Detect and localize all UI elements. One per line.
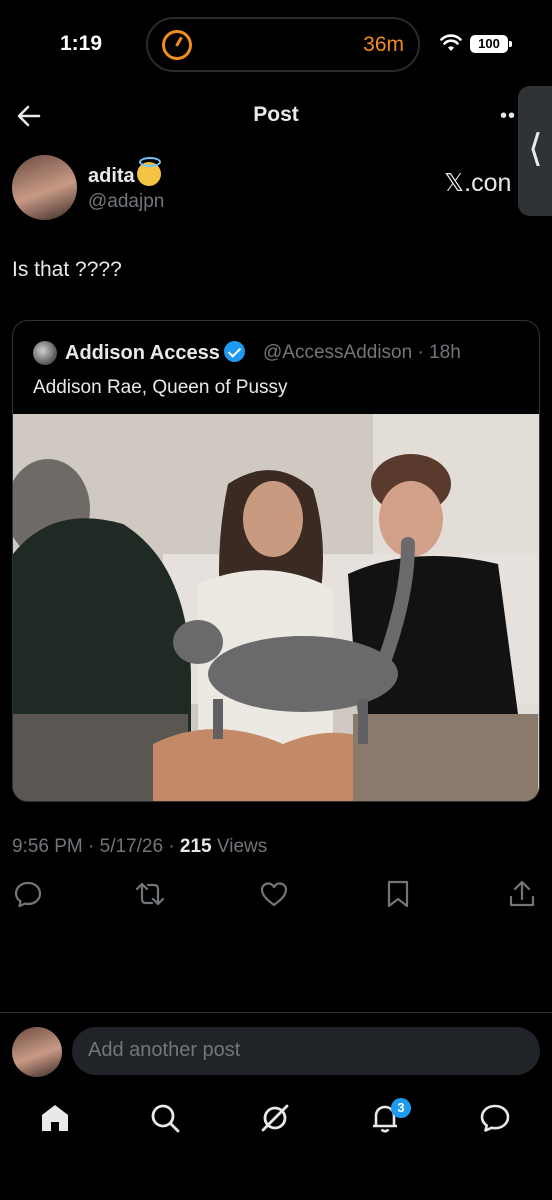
reply-input[interactable]: Add another post: [72, 1027, 540, 1075]
timestamp: 9:56 PM · 5/17/26 ·: [12, 836, 180, 857]
action-bar: [0, 878, 552, 914]
timer-icon: [162, 30, 192, 60]
photo-illustration: [13, 414, 539, 801]
quote-text: Addison Rae, Queen of Pussy: [33, 377, 288, 398]
bottom-nav: [0, 1092, 552, 1152]
notifications-badge: 3: [391, 1098, 411, 1118]
home-icon[interactable]: [37, 1100, 73, 1136]
author-name-text: adita: [88, 165, 135, 187]
page-title: Post: [253, 103, 299, 126]
share-icon[interactable]: [506, 878, 538, 910]
quote-avatar: [33, 341, 57, 365]
status-bar: 1:19 36m 100: [0, 0, 552, 90]
like-icon[interactable]: [258, 878, 290, 910]
chevron-left-icon: ⟨: [528, 128, 543, 170]
more-options-icon[interactable]: ••: [500, 105, 516, 128]
search-icon[interactable]: [147, 1100, 183, 1136]
quoted-post-card[interactable]: Addison Access @AccessAddison · 18h Addi…: [12, 320, 540, 802]
repost-icon[interactable]: [134, 878, 166, 910]
grok-icon[interactable]: [257, 1100, 293, 1136]
status-time: 1:19: [60, 32, 103, 55]
bookmark-icon[interactable]: [382, 878, 414, 910]
views-count: 215: [179, 836, 212, 857]
author-handle[interactable]: @adajpn: [88, 191, 164, 213]
side-panel-tab[interactable]: ⟨: [518, 86, 552, 216]
post-meta: 9:56 PM · 5/17/26 · 215 Views: [12, 836, 267, 858]
quote-author-name: Addison Access: [65, 341, 245, 365]
my-avatar[interactable]: [12, 1027, 62, 1077]
halo-smile-emoji-icon: [136, 157, 161, 186]
quote-handle: @AccessAddison · 18h: [263, 342, 461, 363]
post-text: Is that ????: [12, 258, 122, 281]
quote-photo[interactable]: [13, 414, 539, 801]
header: Post ••: [0, 95, 552, 137]
timer-label: 36m: [363, 33, 404, 56]
wifi-icon: [440, 34, 462, 51]
quote-author-name-text: Addison Access: [65, 342, 220, 364]
divider: [0, 1012, 552, 1013]
views-label: Views: [211, 836, 268, 857]
dynamic-island[interactable]: 36m: [146, 17, 420, 72]
xcom-watermark: 𝕏.con: [444, 169, 512, 197]
author-name[interactable]: adita: [88, 157, 161, 188]
battery-icon: 100: [470, 35, 512, 53]
messages-icon[interactable]: [477, 1100, 513, 1136]
verified-badge-icon: [223, 341, 245, 362]
author-avatar[interactable]: [12, 155, 77, 220]
reply-icon[interactable]: [12, 878, 44, 910]
